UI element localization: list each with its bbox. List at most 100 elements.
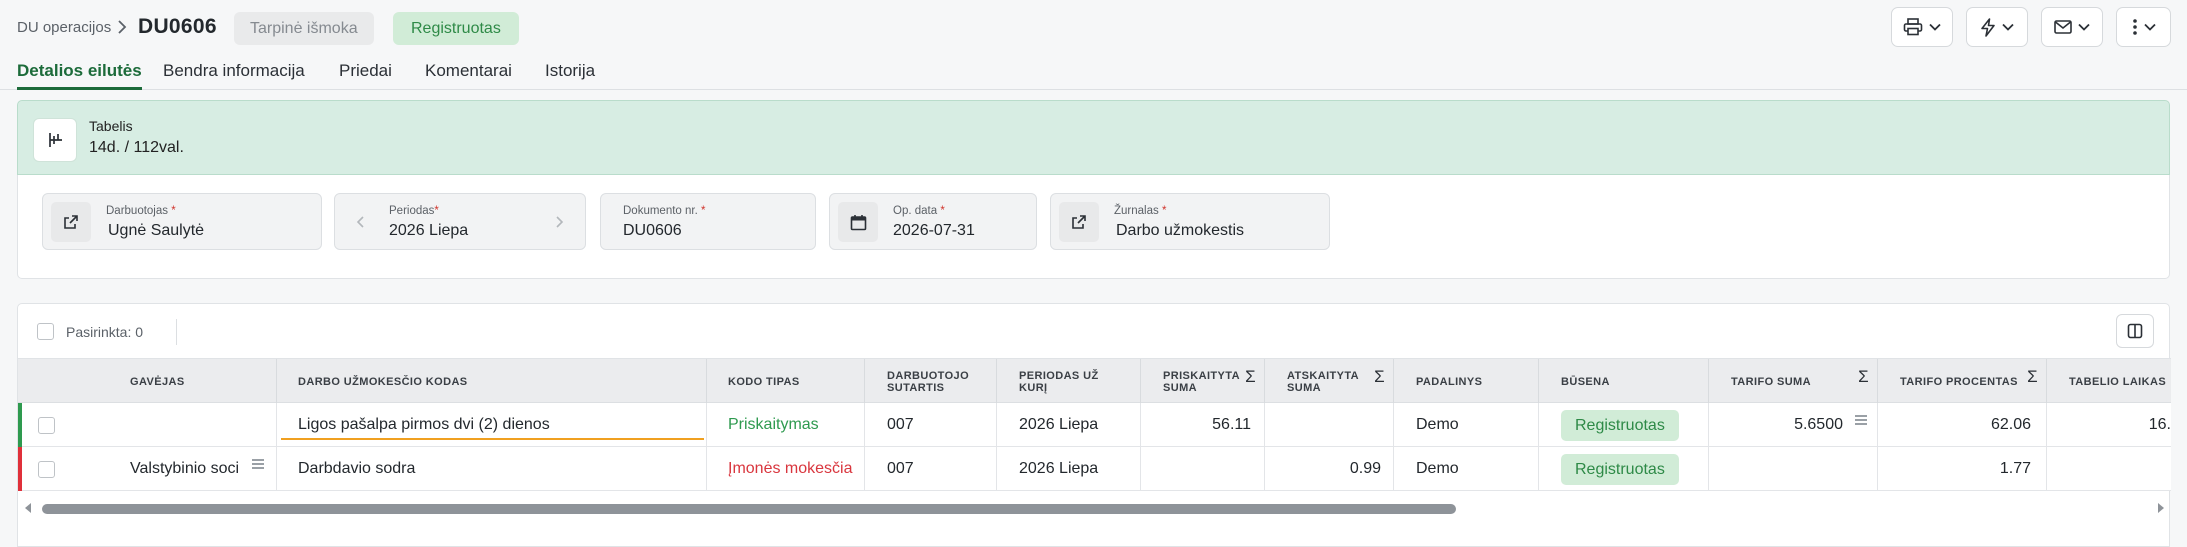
more-options-button[interactable] [2116,7,2171,47]
calendar-button[interactable] [838,202,878,242]
accrued-cell[interactable]: 56.11 [1141,403,1265,447]
rate-sum-cell[interactable] [1709,447,1878,491]
toolbar-divider [176,319,177,345]
chevron-right-icon [118,20,127,34]
document-number-field[interactable]: Dokumento nr. * DU0606 [600,193,816,250]
recipient-cell[interactable]: Valstybinio soci [22,447,277,491]
column-header-atskaityta-suma[interactable]: Atskaityta suma Σ [1265,359,1394,404]
tab-istorija[interactable]: Istorija [545,61,595,90]
journal-label: Žurnalas * [1114,205,1167,217]
op-date-field[interactable]: Op. data * 2026-07-31 [829,193,1037,250]
breadcrumb-du-operacijos[interactable]: DU operacijos [17,19,111,36]
unit-cell[interactable]: Demo [1394,447,1539,491]
banner-label: Tabelis [89,118,133,134]
column-header-tarifo-suma[interactable]: Tarifo suma Σ [1709,359,1878,404]
column-header-du-kodas[interactable]: Darbo užmokesčio kodas [277,359,707,404]
rate-percent-cell[interactable]: 1.77 [1878,447,2047,491]
column-header-padalinys[interactable]: Padalinys [1394,359,1539,404]
document-type-badge: Tarpinė išmoka [234,12,374,45]
tab-bendra-informacija[interactable]: Bendra informacija [163,61,305,90]
columns-icon [2127,323,2143,339]
code-type-cell[interactable]: Priskaitymas [707,403,865,447]
lightning-icon [1981,17,1995,37]
external-link-icon [64,215,78,229]
unit-cell[interactable]: Demo [1394,403,1539,447]
tab-priedai[interactable]: Priedai [339,61,392,90]
sum-icon[interactable]: Σ [1858,368,1869,385]
recipient-cell[interactable] [22,403,277,447]
cell-menu-icon[interactable] [1855,415,1867,425]
employee-value: Ugnė Saulytė [108,222,205,239]
select-all-checkbox[interactable] [37,323,54,340]
tab-komentarai[interactable]: Komentarai [425,61,512,90]
actions-button[interactable] [1966,7,2028,47]
period-cell[interactable]: 2026 Liepa [997,403,1141,447]
scroll-left-icon[interactable] [25,503,31,513]
open-journal-button[interactable] [1059,202,1099,242]
print-button[interactable] [1891,7,1953,47]
timesheet-time-cell[interactable]: 16. [2047,403,2171,447]
column-header-kodo-tipas[interactable]: Kodo tipas [707,359,865,404]
column-header-gavejas[interactable]: Gavėjas [18,359,277,404]
column-header-periodas[interactable]: Periodas už kurį [997,359,1141,404]
email-button[interactable] [2041,7,2103,47]
table-header-row: Gavėjas Darbo užmokesčio kodas Kodo tipa… [18,358,2171,404]
tab-bar: Detalios eilutės Bendra informacija Prie… [0,56,2187,90]
deducted-cell[interactable] [1265,403,1394,447]
status-cell[interactable]: Registruotas [1539,403,1709,447]
code-type-cell[interactable]: Įmonės mokesčia [707,447,865,491]
du-code-cell[interactable]: Ligos pašalpa pirmos dvi (2) dienos [277,403,707,447]
journal-value: Darbo užmokestis [1116,222,1245,239]
table-row[interactable]: Ligos pašalpa pirmos dvi (2) dienos Pris… [18,403,2171,447]
timesheet-banner: Tabelis 14d. / 112val. [17,100,2170,175]
chevron-down-icon [2078,23,2090,31]
accrued-cell[interactable] [1141,447,1265,491]
column-header-tarifo-procentas[interactable]: Tarifo procentas Σ [1878,359,2047,404]
contract-cell[interactable]: 007 [865,403,997,447]
detail-lines-panel: Pasirinkta: 0 Gavėjas Darbo užmokesčio k… [17,303,2171,547]
scroll-right-icon[interactable] [2158,503,2164,513]
page-header: DU operacijos DU0606 Tarpinė išmoka Regi… [0,0,2187,56]
period-cell[interactable]: 2026 Liepa [997,447,1141,491]
du-code-cell[interactable]: Darbdavio sodra [277,447,707,491]
table-row[interactable]: Valstybinio soci Darbdavio sodra Įmonės … [18,447,2171,491]
active-cell-indicator [281,438,704,440]
open-employee-button[interactable] [51,202,91,242]
journal-field[interactable]: Žurnalas * Darbo užmokestis [1050,193,1330,250]
status-cell[interactable]: Registruotas [1539,447,1709,491]
period-field[interactable]: Periodas* 2026 Liepa [334,193,586,250]
row-checkbox[interactable] [38,416,55,434]
rate-percent-cell[interactable]: 62.06 [1878,403,2047,447]
column-header-tabelio-laikas[interactable]: Tabelio laikas [2047,359,2171,404]
column-header-priskaityta-suma[interactable]: Priskaityta suma Σ [1141,359,1265,404]
tab-detalios-eilutes[interactable]: Detalios eilutės [17,61,142,90]
column-settings-button[interactable] [2116,314,2154,348]
timesheet-time-cell[interactable] [2047,447,2171,491]
table-toolbar: Pasirinkta: 0 [18,304,2171,358]
more-vertical-icon [2132,19,2137,35]
scrollbar-thumb[interactable] [42,504,1456,514]
chevron-down-icon [1929,23,1941,31]
deducted-cell[interactable]: 0.99 [1265,447,1394,491]
sum-icon[interactable]: Σ [2027,368,2038,385]
op-date-label: Op. data * [893,205,945,217]
column-header-busena[interactable]: Būsena [1539,359,1709,404]
cell-menu-icon[interactable] [252,459,264,469]
sum-icon[interactable]: Σ [1245,368,1256,385]
horizontal-scrollbar[interactable] [18,498,2171,518]
rate-sum-cell[interactable]: 5.6500 [1709,403,1878,447]
calendar-icon [850,214,866,230]
period-label: Periodas* [389,205,439,217]
page-title: DU0606 [138,15,217,38]
employee-field[interactable]: Darbuotojas * Ugnė Saulytė [42,193,322,250]
timesheet-button[interactable] [33,118,77,162]
contract-cell[interactable]: 007 [865,447,997,491]
period-next-icon[interactable] [553,214,565,230]
document-fields-panel: Darbuotojas * Ugnė Saulytė Periodas* 202… [17,175,2170,279]
row-checkbox[interactable] [38,460,55,478]
column-header-darbuotojo-sutartis[interactable]: Darbuotojo sutartis [865,359,997,404]
employee-label: Darbuotojas * [106,205,176,217]
sum-icon[interactable]: Σ [1374,368,1385,385]
timesheet-icon [49,133,62,147]
period-prev-icon[interactable] [355,214,367,230]
